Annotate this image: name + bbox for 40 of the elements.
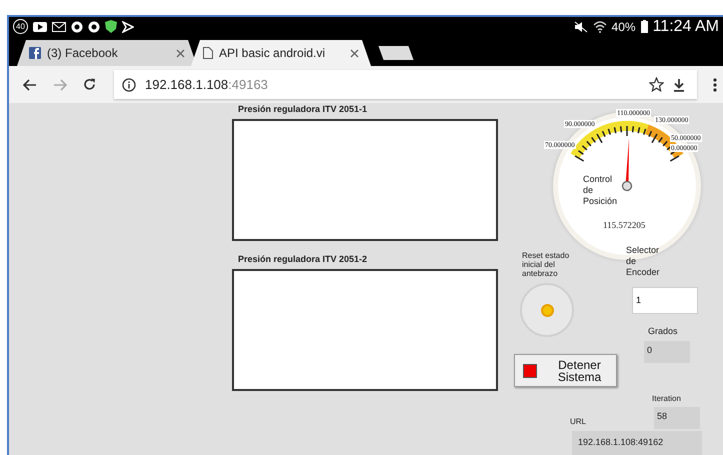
stop-button[interactable]: Detener Sistema bbox=[514, 354, 617, 387]
url-indicator: 192.168.1.108:49162 bbox=[572, 431, 702, 455]
wifi-icon bbox=[592, 20, 607, 32]
page-icon bbox=[203, 47, 213, 59]
close-icon[interactable] bbox=[176, 48, 185, 58]
tab-title: (3) Facebook bbox=[47, 46, 119, 60]
facebook-icon bbox=[29, 47, 41, 59]
browser-icon bbox=[71, 20, 83, 32]
gauge-value: 115.572205 bbox=[603, 220, 646, 230]
shield-icon bbox=[105, 20, 117, 33]
encoder-field[interactable]: 1 bbox=[632, 287, 698, 314]
chart-title: Presión reguladora ITV 2051-1 bbox=[238, 104, 368, 114]
clock: 11:24 AM bbox=[652, 18, 719, 36]
new-tab-button[interactable] bbox=[378, 46, 414, 60]
indicator-label: URL bbox=[570, 417, 586, 426]
battery-icon bbox=[640, 20, 648, 33]
field-label: Selector de Encoder bbox=[626, 245, 661, 278]
tab-title: API basic android.vi bbox=[219, 46, 326, 60]
mute-icon bbox=[574, 20, 588, 32]
info-icon[interactable] bbox=[122, 78, 136, 92]
mail-icon bbox=[52, 22, 66, 32]
chart-title: Presión reguladora ITV 2051-2 bbox=[238, 254, 368, 264]
menu-icon[interactable] bbox=[713, 78, 717, 92]
browser-icon bbox=[88, 20, 100, 32]
download-icon[interactable] bbox=[673, 78, 685, 92]
indicator-label: Grados bbox=[648, 327, 678, 336]
gauge-label: Control de Posición bbox=[583, 174, 618, 207]
browser-tab[interactable]: API basic android.vi bbox=[191, 40, 371, 66]
knob-label: Reset estado inicial del antebrazo bbox=[522, 251, 570, 278]
close-icon[interactable] bbox=[350, 48, 359, 58]
video-icon bbox=[33, 22, 47, 32]
indicator-label: Iteration bbox=[652, 394, 681, 403]
reload-icon[interactable] bbox=[83, 78, 96, 91]
battery-level: 40% bbox=[612, 20, 636, 34]
star-icon[interactable] bbox=[649, 77, 664, 92]
iteration-indicator: 58 bbox=[654, 407, 700, 429]
degrees-indicator: 0 bbox=[644, 341, 690, 363]
notification-count: 40 bbox=[13, 19, 28, 34]
back-icon[interactable] bbox=[23, 78, 37, 90]
address-bar[interactable]: 192.168.1.108:49163 bbox=[114, 70, 697, 99]
